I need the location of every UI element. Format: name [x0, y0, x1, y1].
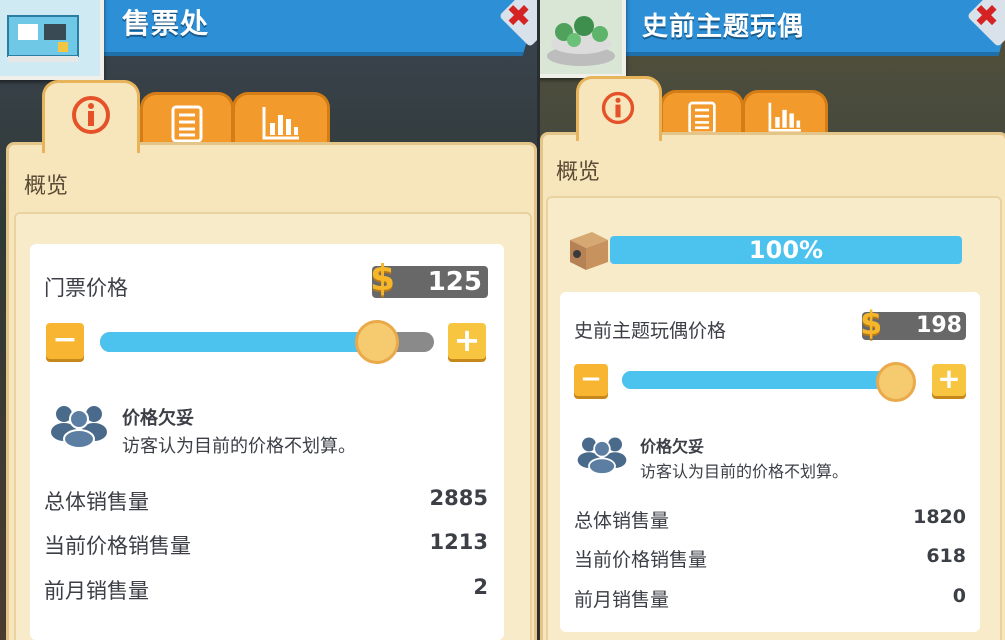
stock-progress-bar: 100%: [610, 236, 962, 264]
bar-chart-icon: [262, 107, 299, 140]
price-slider-handle[interactable]: [354, 320, 399, 364]
price-value: 198: [916, 313, 962, 338]
stat-label-last-month: 前月销售量: [574, 589, 670, 611]
price-decrease-button[interactable]: −: [574, 364, 608, 396]
stat-label-current-price: 当前价格销售量: [44, 534, 191, 558]
stock-percent: 100%: [748, 236, 824, 264]
price-slider-fill: [622, 371, 904, 389]
list-icon: [171, 105, 203, 143]
price-label: 门票价格: [44, 276, 128, 300]
dollar-icon: $: [370, 258, 396, 299]
stat-label-total: 总体销售量: [574, 510, 670, 532]
price-increase-button[interactable]: +: [932, 364, 966, 396]
price-feedback-title: 价格欠妥: [122, 408, 194, 429]
stat-value-total: 1820: [913, 506, 966, 528]
price-slider[interactable]: [622, 371, 904, 389]
list-icon: [688, 101, 716, 135]
info-icon: [72, 96, 110, 134]
ticket-booth-panel: 售票处 ✖ 概览 门票价格 $ 125 − + 价格欠妥 访客认为目前的价格不划…: [0, 0, 537, 640]
price-feedback-title: 价格欠妥: [640, 437, 705, 456]
stat-label-total: 总体销售量: [44, 490, 149, 514]
price-value: 125: [427, 267, 482, 297]
price-increase-button[interactable]: +: [448, 323, 486, 359]
panel-title: 售票处: [122, 7, 210, 40]
panel-title: 史前主题玩偶: [642, 12, 805, 42]
stat-value-last-month: 2: [473, 575, 488, 599]
tab-info[interactable]: [576, 76, 662, 141]
tab-info[interactable]: [42, 80, 140, 153]
stat-label-last-month: 前月销售量: [44, 579, 149, 603]
dollar-icon: $: [860, 304, 883, 342]
price-decrease-button[interactable]: −: [46, 323, 84, 359]
visitors-icon: [577, 437, 627, 474]
price-slider-handle[interactable]: [876, 362, 916, 402]
bar-chart-icon: [768, 102, 801, 132]
close-button[interactable]: ✖: [506, 2, 531, 32]
stat-value-current-price: 618: [926, 545, 966, 567]
stat-value-total: 2885: [429, 486, 488, 510]
visitors-icon: [51, 406, 107, 448]
stat-value-current-price: 1213: [429, 530, 488, 554]
dino-toy-thumbnail: [540, 0, 626, 78]
close-button[interactable]: ✖: [974, 2, 999, 32]
overview-label: 概览: [556, 160, 601, 185]
stock-box-icon: [570, 232, 608, 270]
dino-toy-shop-panel: 史前主题玩偶 ✖ 概览 100% 史前主题玩偶价格 $ 198 − + 价格欠妥…: [540, 0, 1005, 640]
price-slider-fill: [100, 332, 374, 352]
info-icon: [601, 91, 635, 125]
price-label: 史前主题玩偶价格: [574, 320, 727, 342]
ticket-booth-thumbnail: [0, 0, 104, 80]
overview-label: 概览: [24, 174, 69, 199]
price-feedback-description: 访客认为目前的价格不划算。: [122, 436, 356, 457]
price-feedback-description: 访客认为目前的价格不划算。: [640, 462, 849, 481]
stat-label-current-price: 当前价格销售量: [574, 549, 708, 571]
stat-value-last-month: 0: [952, 585, 966, 607]
